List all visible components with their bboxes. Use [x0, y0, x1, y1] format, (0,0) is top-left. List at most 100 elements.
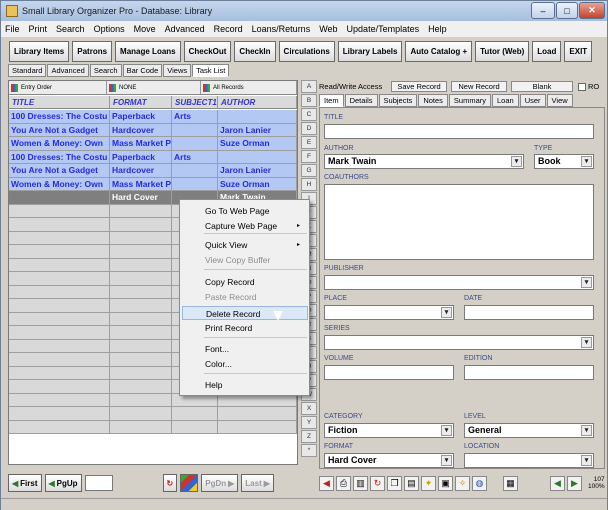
chevron-down-icon[interactable]: ▾: [441, 455, 452, 466]
location-field[interactable]: ▾: [464, 453, 594, 468]
menu-options[interactable]: Options: [94, 24, 125, 34]
menu-move[interactable]: Move: [134, 24, 156, 34]
column-subject1[interactable]: SUBJECT1: [172, 96, 218, 108]
menu-item-font[interactable]: Font...: [182, 342, 308, 356]
library-labels-button[interactable]: Library Labels: [337, 40, 403, 62]
tab-notes[interactable]: Notes: [418, 94, 448, 107]
tab-user[interactable]: User: [519, 94, 546, 107]
menu-item-color[interactable]: Color...: [182, 357, 308, 371]
sort-entry-order-button[interactable]: Entry Order: [9, 81, 107, 94]
letter-index-z[interactable]: Z: [301, 430, 317, 443]
library-items-button[interactable]: Library Items: [9, 40, 70, 62]
table-row[interactable]: 100 Dresses: The Costu Paperback Arts: [9, 110, 297, 124]
table-row[interactable]: Women & Money: Own Mass Market P Suze Orma…: [9, 177, 297, 191]
category-field[interactable]: Fiction ▾: [324, 423, 454, 438]
new-record-button[interactable]: New Record: [451, 81, 507, 92]
series-field[interactable]: ▾: [324, 335, 594, 350]
tutor-web-button[interactable]: Tutor (Web): [475, 40, 530, 62]
pgup-button[interactable]: ◀ PgUp: [44, 474, 82, 492]
back-arrow-icon[interactable]: ◀: [319, 475, 334, 491]
type-field[interactable]: Book ▾: [534, 154, 594, 169]
menu-loans-returns[interactable]: Loans/Returns: [252, 24, 311, 34]
menu-file[interactable]: File: [5, 24, 20, 34]
tab-subjects[interactable]: Subjects: [378, 94, 418, 107]
menu-advanced[interactable]: Advanced: [165, 24, 205, 34]
place-field[interactable]: ▾: [324, 305, 454, 320]
color-grid-icon[interactable]: [180, 474, 199, 492]
coauthors-field[interactable]: [324, 184, 594, 260]
menu-help[interactable]: Help: [428, 24, 447, 34]
menu-web[interactable]: Web: [319, 24, 337, 34]
refresh-icon[interactable]: ↻: [370, 475, 385, 491]
table-row[interactable]: 100 Dresses: The Costu Paperback Arts: [9, 150, 297, 164]
column-author[interactable]: AUTHOR: [218, 96, 297, 108]
letter-index-b[interactable]: B: [301, 94, 317, 107]
letter-index-all[interactable]: *: [301, 444, 317, 457]
menu-print[interactable]: Print: [29, 24, 48, 34]
close-button[interactable]: ✕: [579, 2, 605, 19]
sort-none-button[interactable]: NONE: [107, 81, 201, 94]
globe-icon[interactable]: ◍: [472, 475, 487, 491]
last-button[interactable]: Last ▶: [241, 474, 274, 492]
tab-views[interactable]: Views: [163, 64, 192, 77]
column-format[interactable]: FORMAT: [110, 96, 172, 108]
refresh-icon[interactable]: ↻: [162, 474, 178, 492]
chevron-down-icon[interactable]: ▾: [581, 455, 592, 466]
maximize-button[interactable]: □: [556, 2, 578, 19]
publisher-field[interactable]: ▾: [324, 275, 594, 290]
ro-checkbox[interactable]: [578, 82, 586, 91]
tab-advanced[interactable]: Advanced: [47, 64, 89, 77]
tab-standard[interactable]: Standard: [8, 64, 47, 77]
trash-icon[interactable]: ▥: [353, 475, 368, 491]
menu-item-capture-web-page[interactable]: Capture Web Page ▸: [182, 219, 308, 233]
paste-icon[interactable]: ▤: [404, 475, 419, 491]
record-number-input[interactable]: [84, 475, 113, 491]
menu-item-paste-record[interactable]: Paste Record: [182, 290, 308, 304]
print-icon[interactable]: ⎙: [336, 475, 351, 491]
copy-icon[interactable]: ❐: [387, 475, 402, 491]
tab-task-list[interactable]: Task List: [192, 64, 230, 77]
table-row[interactable]: You Are Not a Gadget Hardcover Jaron Lanie…: [9, 164, 297, 178]
prev-icon[interactable]: ◀: [550, 475, 565, 491]
minimize-button[interactable]: –: [531, 2, 555, 19]
letter-index-a[interactable]: A: [301, 80, 317, 93]
menu-item-go-to-web-page[interactable]: Go To Web Page: [182, 204, 308, 218]
manage-loans-button[interactable]: Manage Loans: [115, 40, 181, 62]
tab-loan[interactable]: Loan: [492, 94, 519, 107]
tab-search[interactable]: Search: [89, 64, 122, 77]
menu-item-help[interactable]: Help: [182, 378, 308, 392]
tab-details[interactable]: Details: [344, 94, 378, 107]
bulb-icon[interactable]: ✧: [455, 475, 470, 491]
date-field[interactable]: [464, 305, 594, 320]
blank-button[interactable]: Blank: [511, 81, 573, 92]
chevron-down-icon[interactable]: ▾: [581, 337, 592, 348]
chevron-down-icon[interactable]: ▾: [581, 156, 592, 167]
tab-summary[interactable]: Summary: [448, 94, 491, 107]
level-field[interactable]: General ▾: [464, 423, 594, 438]
table-row[interactable]: [9, 420, 297, 434]
checkin-button[interactable]: CheckIn: [234, 40, 276, 62]
chevron-down-icon[interactable]: ▾: [581, 425, 592, 436]
letter-index-y[interactable]: Y: [301, 416, 317, 429]
camera-icon[interactable]: ▦: [503, 475, 518, 491]
letter-index-x[interactable]: X: [301, 402, 317, 415]
chevron-down-icon[interactable]: ▾: [441, 425, 452, 436]
menu-search[interactable]: Search: [56, 24, 85, 34]
edition-field[interactable]: [464, 365, 594, 380]
menu-item-view-copy-buffer[interactable]: View Copy Buffer: [182, 253, 308, 267]
menu-item-copy-record[interactable]: Copy Record: [182, 275, 308, 289]
table-row[interactable]: Women & Money: Own Mass Market P Suze Orma…: [9, 137, 297, 151]
letter-index-g[interactable]: G: [301, 164, 317, 177]
first-button[interactable]: ◀ First: [8, 474, 42, 492]
letter-index-c[interactable]: C: [301, 108, 317, 121]
chevron-down-icon[interactable]: ▾: [441, 307, 452, 318]
menu-item-print-record[interactable]: Print Record: [182, 321, 308, 335]
letter-index-f[interactable]: F: [301, 150, 317, 163]
menu-update-templates[interactable]: Update/Templates: [347, 24, 420, 34]
circulations-button[interactable]: Circulations: [278, 40, 335, 62]
letter-index-e[interactable]: E: [301, 136, 317, 149]
column-title[interactable]: TITLE: [9, 96, 110, 108]
patrons-button[interactable]: Patrons: [72, 40, 113, 62]
menu-record[interactable]: Record: [214, 24, 243, 34]
lightbulb-icon[interactable]: ✦: [421, 475, 436, 491]
